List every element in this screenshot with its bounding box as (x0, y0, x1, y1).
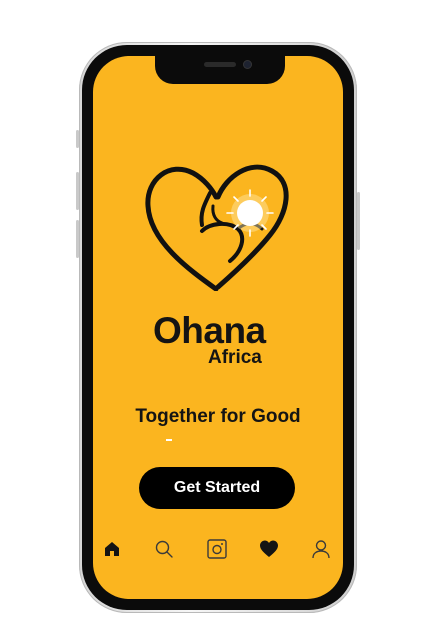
nav-favorites[interactable] (256, 536, 282, 562)
notch (155, 56, 285, 84)
front-camera (243, 60, 252, 69)
nav-profile[interactable] (308, 536, 334, 562)
mute-switch (76, 130, 79, 148)
nav-search[interactable] (151, 536, 177, 562)
speaker-grille (204, 62, 236, 67)
nav-instagram[interactable] (204, 536, 230, 562)
divider-dash (166, 439, 172, 441)
volume-down-button (76, 220, 79, 258)
phone-bezel: Ohana Africa Together for Good Get Start… (82, 45, 354, 610)
app-screen: Ohana Africa Together for Good Get Start… (93, 56, 343, 599)
tagline: Together for Good (135, 406, 301, 427)
get-started-button[interactable]: Get Started (139, 467, 295, 509)
power-button (357, 192, 360, 250)
volume-up-button (76, 172, 79, 210)
stage: Ohana Africa Together for Good Get Start… (0, 0, 441, 631)
brand-subtitle: Africa (208, 347, 262, 368)
instagram-icon (207, 539, 227, 559)
profile-icon (312, 540, 330, 559)
brand-name: Ohana (153, 310, 266, 351)
phone-frame: Ohana Africa Together for Good Get Start… (76, 42, 360, 613)
nav-home[interactable] (99, 536, 125, 562)
sun-icon (226, 189, 274, 237)
bottom-nav (93, 536, 343, 566)
heart-icon (260, 540, 278, 557)
home-icon (105, 542, 119, 556)
search-icon (155, 540, 173, 558)
heart-sun-logo-icon (145, 164, 289, 291)
